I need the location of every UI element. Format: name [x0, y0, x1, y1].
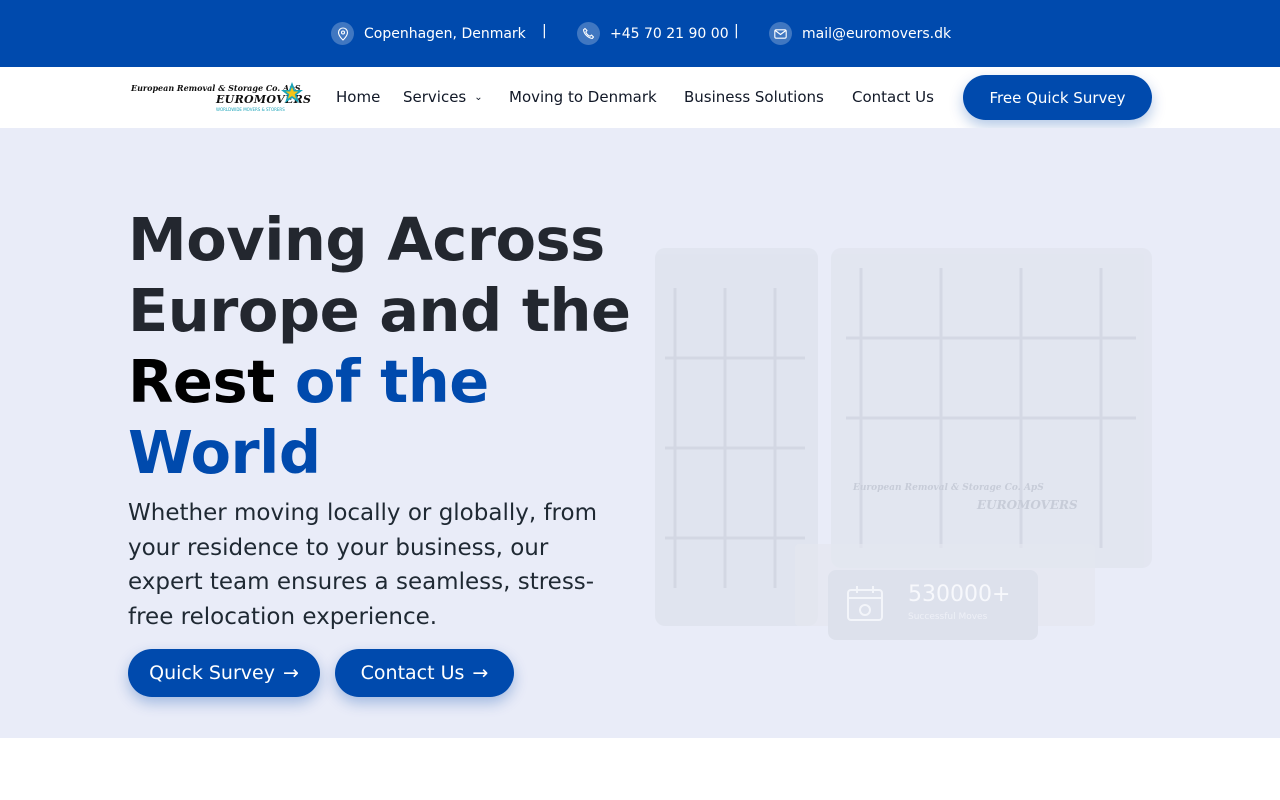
separator: |: [734, 23, 739, 39]
hero-image-warehouse: [655, 248, 818, 626]
calendar-icon: [847, 586, 883, 621]
arrow-right-icon: →: [472, 662, 489, 684]
phone-item[interactable]: +45 70 21 90 00: [577, 22, 729, 45]
contact-us-label: Contact Us: [360, 662, 465, 684]
nav-home[interactable]: Home: [336, 88, 380, 106]
nav-moving-to-denmark[interactable]: Moving to Denmark: [509, 88, 657, 106]
quick-survey-button[interactable]: Quick Survey →: [128, 649, 320, 697]
moves-stat-label: Successful Moves: [908, 612, 988, 622]
phone-icon: [577, 22, 600, 45]
hero-title: Moving Across Europe and the Rest of the…: [128, 204, 648, 488]
nav-contact-us[interactable]: Contact Us: [852, 88, 934, 106]
email-text[interactable]: mail@euromovers.dk: [802, 26, 951, 42]
logo-tagline: WORLDWIDE MOVERS & STORERS: [216, 107, 285, 112]
mail-icon: [769, 22, 792, 45]
logo-company-name: European Removal & Storage Co. ApS: [131, 83, 301, 93]
hero-title-rest: Rest: [128, 347, 275, 416]
nav-services[interactable]: Services ⌄: [403, 88, 483, 106]
chevron-down-icon: ⌄: [474, 92, 483, 103]
hero-subtitle: Whether moving locally or globally, from…: [128, 500, 597, 630]
nav-services-label: Services: [403, 88, 467, 106]
location-text: Copenhagen, Denmark: [364, 25, 526, 42]
free-quick-survey-button[interactable]: Free Quick Survey: [963, 75, 1152, 120]
contact-us-button[interactable]: Contact Us →: [335, 649, 514, 697]
hero-title-accent: of the: [294, 347, 489, 416]
logo-star-icon: [281, 82, 303, 103]
nav-business-solutions[interactable]: Business Solutions: [684, 88, 824, 106]
top-contact-bar: Copenhagen, Denmark | +45 70 21 90 00 | …: [0, 0, 1280, 67]
image-logo-company: European Removal & Storage Co. ApS: [853, 483, 1044, 493]
hero-image-collage: European Removal & Storage Co. ApS EUROM…: [655, 248, 1152, 640]
moves-stat-value: 530000+: [908, 582, 1011, 607]
separator: |: [542, 23, 547, 39]
image-logo-brand: EUROMOVERS: [977, 498, 1078, 512]
location-item: Copenhagen, Denmark: [331, 22, 526, 45]
quick-survey-label: Quick Survey: [149, 662, 275, 684]
site-logo[interactable]: European Removal & Storage Co. ApS EUROM…: [131, 80, 311, 116]
hero-title-line1: Moving Across: [128, 205, 605, 274]
email-item[interactable]: mail@euromovers.dk: [769, 22, 951, 45]
phone-text[interactable]: +45 70 21 90 00: [610, 26, 729, 42]
hero-title-accent-world: World: [128, 418, 321, 487]
arrow-right-icon: →: [282, 662, 299, 684]
location-pin-icon: [331, 22, 354, 45]
moves-stat-card: 530000+ Successful Moves: [828, 570, 1038, 640]
hero-title-line2: Europe and the: [128, 276, 631, 345]
hero-image-storage: [831, 248, 1152, 568]
